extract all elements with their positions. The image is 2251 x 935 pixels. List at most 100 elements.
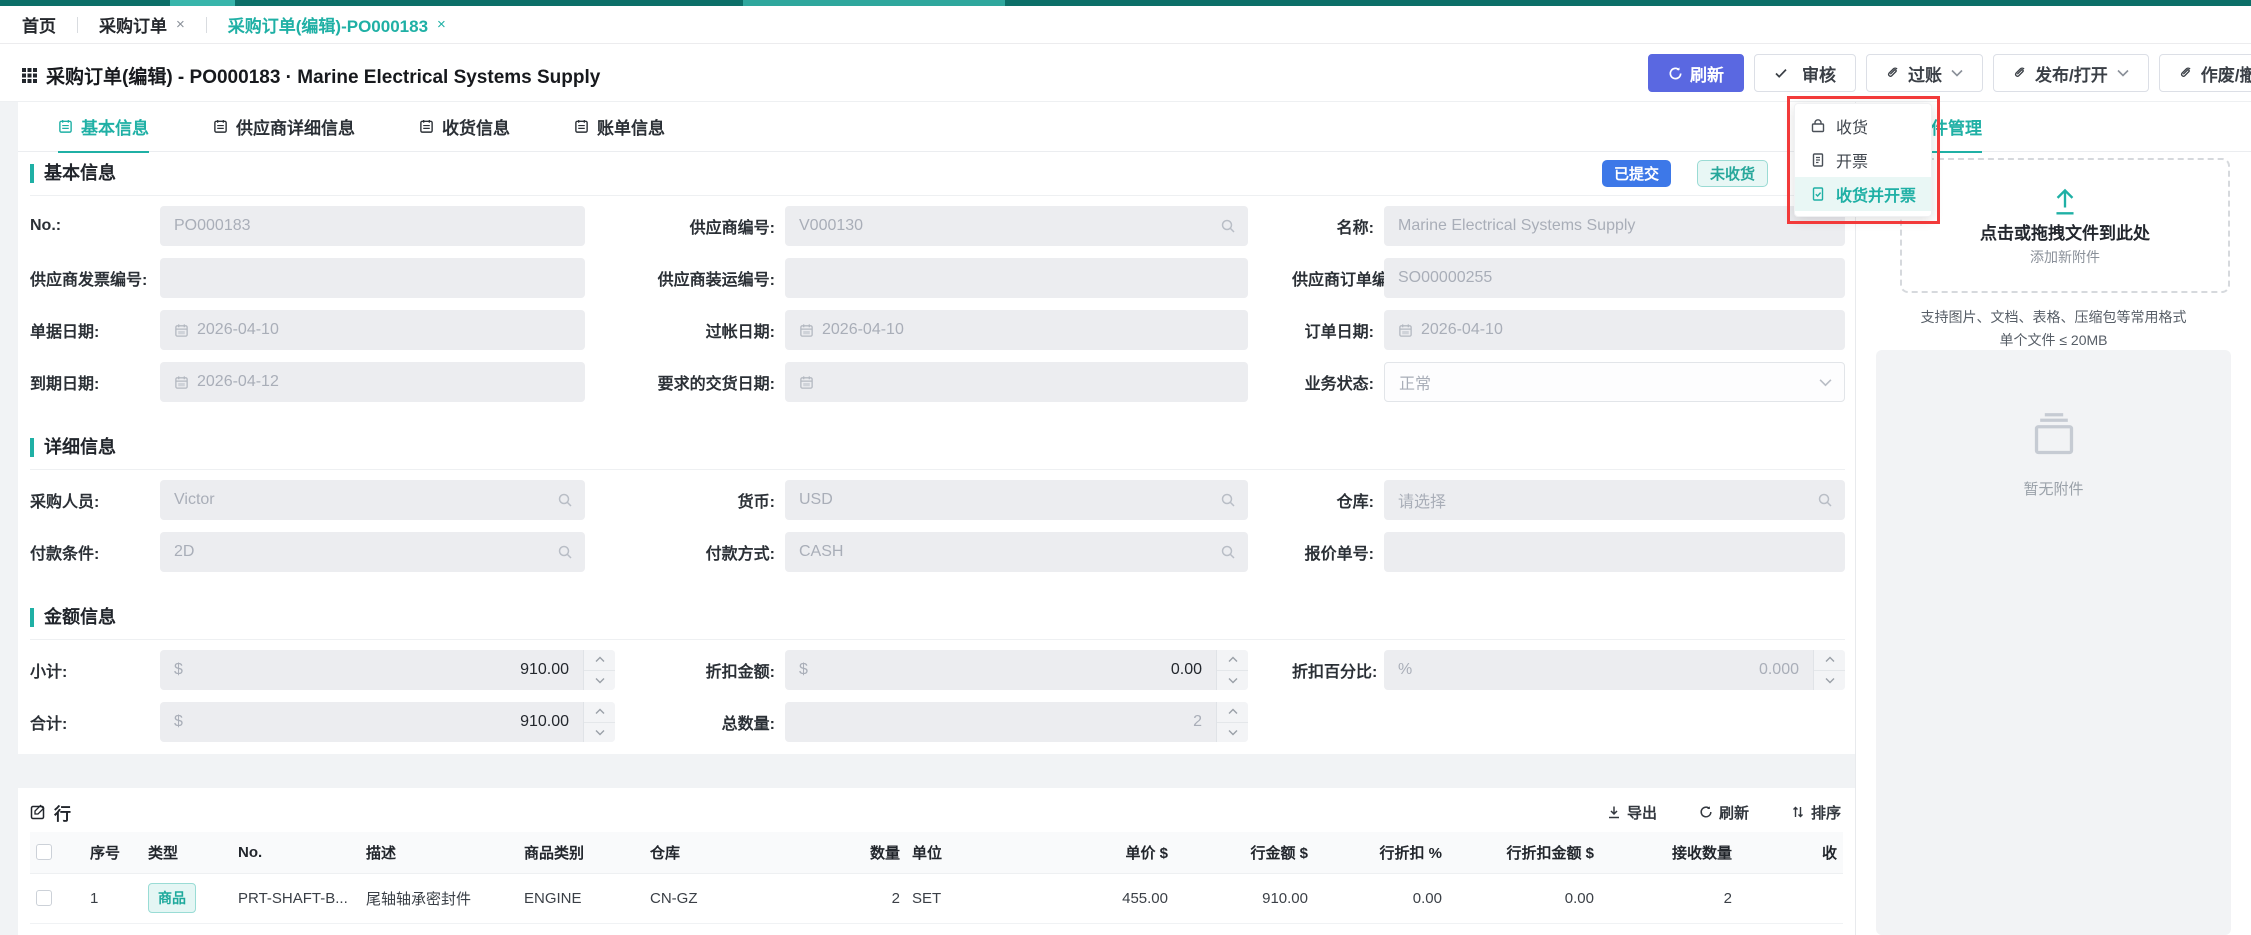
no-input[interactable]: PO000183	[160, 206, 585, 246]
sort-button[interactable]: 排序	[1791, 802, 1841, 823]
upload-dropzone[interactable]: 点击或拖拽文件到此处 添加新附件	[1900, 158, 2230, 293]
field-label: 到期日期:	[30, 370, 160, 394]
tab-billing-info[interactable]: 账单信息	[574, 102, 665, 152]
doc-date-input[interactable]: 2026-04-10	[160, 310, 585, 350]
field-label: 付款条件:	[30, 540, 160, 564]
discount-amount-input[interactable]: $0.00	[785, 650, 1248, 690]
required-delivery-date-input[interactable]	[785, 362, 1248, 402]
field-label: 业务状态:	[1292, 370, 1384, 394]
search-icon[interactable]	[1817, 492, 1833, 508]
cell-type: 商品	[142, 873, 232, 923]
number-stepper[interactable]	[1216, 650, 1248, 690]
nav-tab-home[interactable]: 首页	[22, 12, 56, 37]
form-row: 到期日期: 2026-04-12 要求的交货日期: 业务状态: 正常	[18, 362, 1855, 402]
col-qty: 数量	[814, 832, 906, 873]
post-button[interactable]: 过账	[1866, 54, 1983, 92]
main-panel: 基本信息 供应商详细信息 收货信息 账单信息 基本信息 已提交 未收货 未开票	[18, 102, 1855, 935]
void-cancel-button[interactable]: 作废/撤销	[2159, 54, 2251, 92]
nav-tab-purchase-orders[interactable]: 采购订单 ×	[99, 12, 185, 37]
nav-tab-po-edit[interactable]: 采购订单(编辑)-PO000183 ×	[228, 12, 446, 37]
payment-method-input[interactable]: CASH	[785, 532, 1248, 572]
tab-vendor-detail[interactable]: 供应商详细信息	[213, 102, 355, 152]
stepper-up-icon	[1217, 650, 1248, 670]
audit-button[interactable]: 审核	[1754, 54, 1856, 92]
currency-input[interactable]: USD	[785, 480, 1248, 520]
search-icon[interactable]	[557, 544, 573, 560]
search-icon[interactable]	[557, 492, 573, 508]
search-icon[interactable]	[1220, 492, 1236, 508]
export-button[interactable]: 导出	[1607, 802, 1657, 823]
nav-tab-label: 采购订单	[99, 12, 167, 37]
buyer-input[interactable]: Victor	[160, 480, 585, 520]
due-date-input[interactable]: 2026-04-12	[160, 362, 585, 402]
field-label: 折扣金额:	[645, 658, 785, 682]
menu-item-receive-and-invoice[interactable]: 收货并开票	[1795, 177, 1931, 211]
number-stepper[interactable]	[1813, 650, 1845, 690]
col-amount: 行金额 $	[1174, 832, 1314, 873]
vendor-invoice-no-input[interactable]	[160, 258, 585, 298]
quote-no-input[interactable]	[1384, 532, 1845, 572]
payment-terms-input[interactable]: 2D	[160, 532, 585, 572]
number-stepper[interactable]	[1216, 702, 1248, 742]
total-qty-input[interactable]: 2	[785, 702, 1248, 742]
search-icon[interactable]	[1220, 218, 1236, 234]
number-stepper[interactable]	[583, 650, 615, 690]
publish-open-button[interactable]: 发布/打开	[1993, 54, 2149, 92]
form-row: 单据日期: 2026-04-10 过帐日期: 2026-04-10 订单日期: …	[18, 310, 1855, 350]
vendor-shipment-no-input[interactable]	[785, 258, 1248, 298]
form-icon	[213, 119, 228, 134]
form-row: 供应商发票编号: 供应商装运编号: 供应商订单编号: SO00000255	[18, 258, 1855, 298]
vendor-code-input[interactable]: V000130	[785, 206, 1248, 246]
post-dropdown-menu: 收货 开票 收货并开票	[1794, 103, 1932, 217]
menu-item-receive[interactable]: 收货	[1795, 109, 1931, 143]
form-icon	[419, 119, 434, 134]
nav-tab-label: 采购订单(编辑)-PO000183	[228, 12, 428, 37]
discount-percent-input[interactable]: %0.000	[1384, 650, 1845, 690]
stepper-up-icon	[584, 702, 615, 722]
row-checkbox[interactable]	[36, 890, 52, 906]
field-label: 报价单号:	[1292, 540, 1384, 564]
section-basic-header: 基本信息 已提交 未收货 未开票	[30, 152, 1845, 196]
subtotal-input[interactable]: $910.00	[160, 650, 615, 690]
field-label: 订单日期:	[1292, 318, 1384, 342]
order-date-input[interactable]: 2026-04-10	[1384, 310, 1845, 350]
total-input[interactable]: $910.00	[160, 702, 615, 742]
form-row: 合计: $910.00 总数量: 2	[18, 702, 1855, 742]
inbox-icon	[2028, 412, 2080, 458]
form-row: 小计: $910.00 折扣金额: $0.00 折扣百分比: %0.000	[18, 650, 1855, 690]
field-label: 名称:	[1292, 214, 1384, 238]
table-header-row: 序号 类型 No. 描述 商品类别 仓库 数量 单位 单价 $ 行金额 $ 行折…	[30, 832, 1843, 873]
detail-tabs: 基本信息 供应商详细信息 收货信息 账单信息	[18, 102, 1855, 152]
field-label: 供应商订单编号:	[1292, 266, 1384, 290]
menu-item-invoice[interactable]: 开票	[1795, 143, 1931, 177]
select-all-checkbox[interactable]	[36, 844, 52, 860]
col-warehouse: 仓库	[644, 832, 814, 873]
section-detail-header: 详细信息	[30, 426, 1845, 470]
header-actions: 刷新 审核 过账 发布/打开 作废/撤销 ×	[1648, 54, 2251, 92]
warehouse-input[interactable]: 请选择	[1384, 480, 1845, 520]
page-title-text: 采购订单(编辑) - PO000183 · Marine Electrical …	[46, 62, 600, 89]
hint-size: 单个文件 ≤ 20MB	[1856, 329, 2251, 352]
cell-received: 2	[1600, 873, 1738, 923]
vendor-order-no-input[interactable]: SO00000255	[1384, 258, 1845, 298]
business-status-select[interactable]: 正常	[1384, 362, 1845, 402]
nav-tab-label: 首页	[22, 12, 56, 37]
tab-receipt-info[interactable]: 收货信息	[419, 102, 510, 152]
field-label: 小计:	[30, 658, 160, 682]
top-progress-strip	[0, 0, 2251, 6]
section-title: 金额信息	[30, 608, 116, 627]
table-refresh-button[interactable]: 刷新	[1699, 802, 1749, 823]
empty-text: 暂无附件	[2023, 478, 2083, 499]
tab-basic-info[interactable]: 基本信息	[58, 102, 149, 152]
close-icon[interactable]: ×	[437, 16, 446, 33]
cell-amount: 910.00	[1174, 873, 1314, 923]
number-stepper[interactable]	[583, 702, 615, 742]
table-row[interactable]: 1 商品 PRT-SHAFT-B... 尾轴轴承密封件 ENGINE CN-GZ…	[30, 873, 1843, 923]
status-badge-not-received: 未收货	[1697, 160, 1768, 187]
close-icon[interactable]: ×	[176, 16, 185, 33]
refresh-button[interactable]: 刷新	[1648, 54, 1744, 92]
vendor-name-input[interactable]: Marine Electrical Systems Supply	[1384, 206, 1845, 246]
posting-date-input[interactable]: 2026-04-10	[785, 310, 1248, 350]
search-icon[interactable]	[1220, 544, 1236, 560]
nav-tab-bar: 首页 采购订单 × 采购订单(编辑)-PO000183 ×	[0, 6, 2251, 44]
